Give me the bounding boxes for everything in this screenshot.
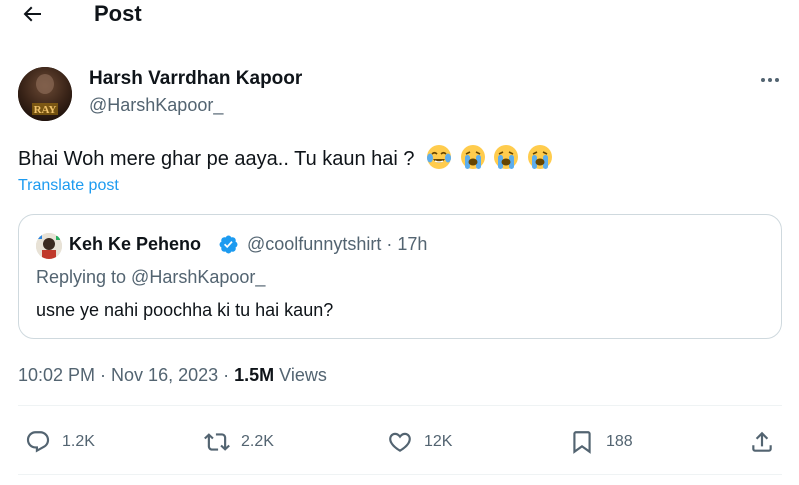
verified-badge-icon [219,235,238,254]
heart-icon [389,432,411,452]
like-button[interactable]: 12K [387,429,452,455]
timestamp-row: 10:02 PM · Nov 16, 2023 · 1.5M Views [18,365,327,386]
face-with-tears-of-joy-icon [427,145,452,169]
loudly-crying-face-icon [494,145,519,169]
like-count: 12K [424,433,453,450]
author-name[interactable]: Harsh Varrdhan Kapoor [89,68,302,90]
share-icon [752,431,772,452]
bookmark-icon [573,431,591,454]
repost-button[interactable]: 2.2K [204,429,274,455]
page-title: Post [94,1,142,26]
more-options-icon[interactable] [758,70,782,90]
reply-icon [26,431,50,453]
divider [18,405,782,406]
arrow-left-icon[interactable] [20,2,44,26]
reply-button[interactable]: 1.2K [25,429,95,455]
avatar-logo-text: RAY [34,104,57,116]
views-count: 1.5M [234,365,275,385]
quote-tweet-card[interactable]: Keh Ke Peheno @coolfunnytshirt · 17h Rep… [18,214,782,339]
quote-replying-to: Replying to @HarshKapoor_ [36,267,266,287]
author-handle[interactable]: @HarshKapoor_ [89,95,223,116]
translate-post-link[interactable]: Translate post [18,177,119,195]
repost-icon [204,433,230,451]
post-timestamp[interactable]: 10:02 PM · Nov 16, 2023 · [18,365,234,385]
post-text: Bhai Woh mere ghar pe aaya.. Tu kaun hai… [18,144,553,171]
reply-count: 1.2K [62,433,95,450]
quote-text: usne ye nahi poochha ki tu hai kaun? [36,300,334,320]
share-button[interactable] [749,429,775,455]
quote-handle-time[interactable]: @coolfunnytshirt · 17h [247,234,427,255]
views-label: Views [274,365,327,385]
post-header: Post [0,0,799,30]
bookmark-button[interactable]: 188 [569,429,633,455]
post-text-content: Bhai Woh mere ghar pe aaya.. Tu kaun hai… [18,148,415,170]
loudly-crying-face-icon [460,145,485,169]
divider [18,474,782,475]
quote-author-name[interactable]: Keh Ke Peheno [69,234,201,255]
quote-avatar[interactable] [36,233,62,259]
loudly-crying-face-icon [527,145,552,169]
repost-count: 2.2K [241,433,274,450]
bookmark-count: 188 [606,433,633,450]
avatar[interactable]: RAY [18,67,72,121]
